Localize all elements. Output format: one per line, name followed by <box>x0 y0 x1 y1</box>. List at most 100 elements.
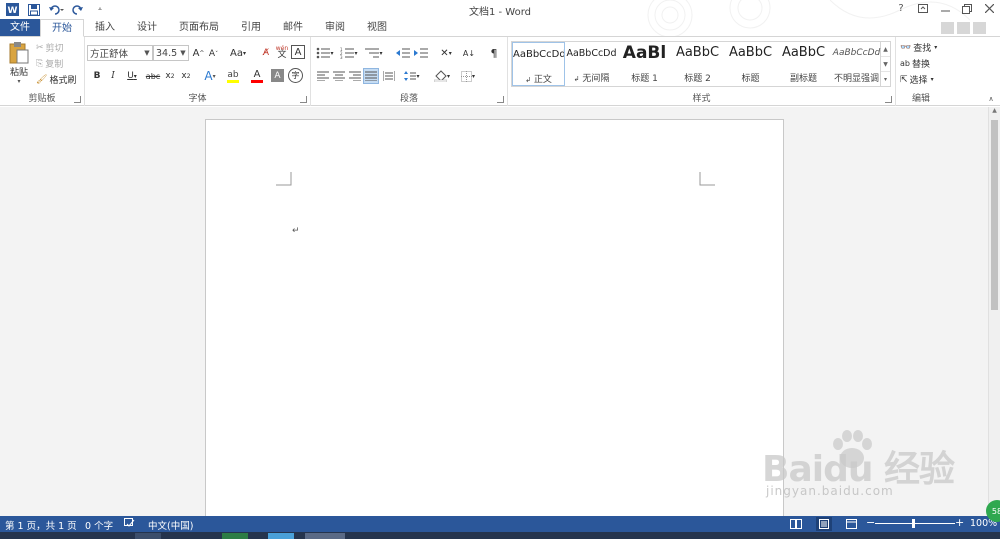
word-count[interactable]: 0 个字 <box>85 518 113 532</box>
scrollbar-thumb[interactable] <box>991 120 998 310</box>
replace-button[interactable]: ab 替换 <box>900 57 930 70</box>
print-layout-icon[interactable] <box>816 517 832 531</box>
align-center-icon[interactable] <box>331 69 347 83</box>
tab-mailings[interactable]: 邮件 <box>272 19 314 36</box>
tab-home[interactable]: 开始 <box>40 19 84 37</box>
taskbar-item[interactable] <box>305 533 345 539</box>
taskbar-item[interactable] <box>135 533 161 539</box>
collapse-ribbon-icon[interactable]: ∧ <box>986 95 996 103</box>
chevron-down-icon: ▾ <box>930 76 934 83</box>
zoom-slider[interactable] <box>875 523 955 524</box>
style-subtle-emphasis[interactable]: AaBbCcDd 不明显强调 <box>830 42 883 86</box>
shading-icon[interactable]: ▾ <box>431 68 453 84</box>
document-page[interactable]: ↵ <box>205 119 784 519</box>
bold-icon[interactable]: B <box>91 69 103 83</box>
align-right-icon[interactable] <box>347 69 363 83</box>
character-border-icon[interactable]: A <box>291 45 305 59</box>
borders-icon[interactable]: ▾ <box>457 69 479 83</box>
shrink-font-icon[interactable]: Aˇ <box>207 46 220 62</box>
text-effects-icon[interactable]: A ▾ <box>199 68 221 84</box>
phonetic-guide-icon[interactable]: wén 文 <box>275 43 289 61</box>
language-indicator[interactable]: 中文(中国) <box>148 518 193 532</box>
zoom-slider-thumb[interactable] <box>912 519 915 528</box>
paragraph-launcher-icon[interactable] <box>497 96 504 103</box>
distributed-icon[interactable] <box>381 69 397 83</box>
change-case-icon[interactable]: Aa ▾ <box>227 45 249 61</box>
tab-review[interactable]: 审阅 <box>314 19 356 36</box>
vertical-scrollbar[interactable]: ▲ <box>988 107 1000 516</box>
superscript-icon[interactable]: x2 <box>179 69 193 83</box>
taskbar-item[interactable] <box>268 533 294 539</box>
proofing-icon[interactable] <box>124 518 135 531</box>
font-color-icon[interactable]: A <box>247 68 267 84</box>
underline-icon[interactable]: U ▾ <box>123 69 141 83</box>
tab-design[interactable]: 设计 <box>126 19 168 36</box>
ribbon-display-options-button[interactable] <box>912 0 934 17</box>
margin-corner-top-left <box>276 172 292 186</box>
grow-font-icon[interactable]: A ^ <box>192 45 205 61</box>
enclose-characters-icon[interactable]: 字 <box>288 68 303 83</box>
bullets-icon[interactable]: ▾ <box>315 45 335 61</box>
style-heading-1[interactable]: AaBl 标题 1 <box>618 42 671 86</box>
decrease-indent-icon[interactable] <box>395 45 411 61</box>
svg-text:3: 3 <box>340 55 343 59</box>
styles-gallery-scroller: ▲ ▼ ▾ <box>881 41 891 87</box>
style-heading-2[interactable]: AaBbC 标题 2 <box>671 42 724 86</box>
show-hide-marks-icon[interactable]: ¶ <box>487 45 501 61</box>
minimize-button[interactable] <box>934 0 956 17</box>
find-button[interactable]: 👓 查找 ▾ <box>900 41 937 55</box>
account-area[interactable] <box>941 22 986 34</box>
sort-icon[interactable]: A↓ <box>461 45 477 61</box>
line-spacing-icon[interactable]: ▾ <box>401 69 423 83</box>
editing-group-label: 编辑 <box>911 94 930 104</box>
help-button[interactable]: ? <box>890 0 912 17</box>
gallery-up-icon[interactable]: ▲ <box>881 42 890 57</box>
tab-view[interactable]: 视图 <box>356 19 398 36</box>
subscript-icon[interactable]: x2 <box>163 69 177 83</box>
clear-formatting-icon[interactable]: A̸ <box>259 45 273 61</box>
chinese-layout-icon[interactable]: ✕ ▾ <box>435 45 457 61</box>
tab-references[interactable]: 引用 <box>230 19 272 36</box>
gallery-down-icon[interactable]: ▼ <box>881 57 890 72</box>
restore-button[interactable] <box>956 0 978 17</box>
multilevel-list-icon[interactable]: ▾ <box>363 45 385 61</box>
align-left-icon[interactable] <box>315 69 331 83</box>
clipboard-launcher-icon[interactable] <box>74 96 81 103</box>
scroll-up-icon[interactable]: ▲ <box>989 107 1000 118</box>
copy-button[interactable]: ⎘ 复制 <box>36 57 63 71</box>
binoculars-icon: 👓 <box>900 42 912 53</box>
increase-indent-icon[interactable] <box>413 45 429 61</box>
tab-insert[interactable]: 插入 <box>84 19 126 36</box>
web-layout-icon[interactable] <box>846 519 857 532</box>
justify-icon[interactable] <box>363 68 379 84</box>
highlight-color-icon[interactable]: ab <box>223 68 243 84</box>
group-editing: 👓 查找 ▾ ab 替换 ⇱ 选择 ▾ 编辑 <box>896 37 946 106</box>
strikethrough-icon[interactable]: abc <box>145 69 161 83</box>
font-name-select[interactable]: 方正舒体 ▼ <box>87 45 153 61</box>
read-mode-icon[interactable] <box>790 519 802 532</box>
zoom-out-icon[interactable]: − <box>866 516 875 529</box>
style-title[interactable]: AaBbC 标题 <box>724 42 777 86</box>
taskbar-item[interactable] <box>222 533 248 539</box>
gallery-more-icon[interactable]: ▾ <box>881 72 890 86</box>
font-launcher-icon[interactable] <box>300 96 307 103</box>
font-size-select[interactable]: 34.5 ▼ <box>153 45 189 61</box>
style-name: 标题 2 <box>684 74 711 84</box>
tab-file[interactable]: 文件 <box>0 19 40 36</box>
styles-launcher-icon[interactable] <box>885 96 892 103</box>
cut-button[interactable]: ✂ 剪切 <box>36 41 64 55</box>
style-subtitle[interactable]: AaBbC 副标题 <box>777 42 830 86</box>
zoom-in-icon[interactable]: + <box>955 516 964 529</box>
paste-button[interactable]: 粘贴 ▾ <box>6 41 32 85</box>
page-count[interactable]: 第 1 页，共 1 页 <box>5 518 77 532</box>
style-name: 标题 1 <box>631 74 658 84</box>
format-painter-button[interactable]: 🖌 格式刷 <box>36 73 76 87</box>
style-no-spacing[interactable]: AaBbCcDd ↲ 无间隔 <box>565 42 618 86</box>
character-shading-icon[interactable]: A <box>271 69 284 82</box>
tab-page-layout[interactable]: 页面布局 <box>168 19 230 36</box>
italic-icon[interactable]: I <box>107 69 119 83</box>
close-button[interactable] <box>978 0 1000 17</box>
style-normal[interactable]: AaBbCcDd ↲ 正文 <box>512 42 565 86</box>
numbering-icon[interactable]: 1 2 3 ▾ <box>339 45 359 61</box>
select-button[interactable]: ⇱ 选择 ▾ <box>900 73 934 87</box>
